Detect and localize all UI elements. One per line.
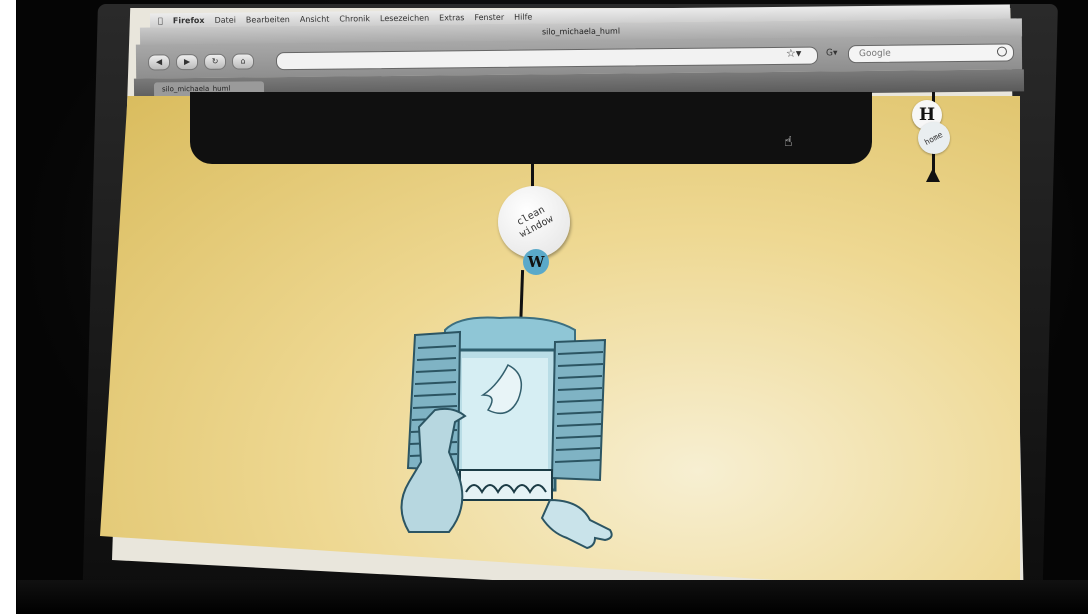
menu-hilfe[interactable]: Hilfe [514,12,532,21]
search-icon[interactable] [996,46,1008,57]
menu-lesezeichen[interactable]: Lesezeichen [380,13,429,23]
menu-datei[interactable]: Datei [215,15,236,24]
window-illustration[interactable] [400,310,630,560]
top-black-panel [190,92,872,164]
menu-chronik[interactable]: Chronik [339,14,370,23]
home-button[interactable]: ⌂ [231,53,255,70]
hand-cursor-icon: ☝ [784,134,793,150]
left-margin [0,0,17,614]
home-tag[interactable]: home [918,122,950,154]
search-engine-icon[interactable]: G▾ [826,45,848,61]
bookmark-star-icon[interactable]: ☆▾ [786,47,802,60]
right-shutter [550,338,607,482]
back-button[interactable]: ◀ [147,54,171,71]
menu-bearbeiten[interactable]: Bearbeiten [246,15,290,24]
menu-ansicht[interactable]: Ansicht [300,14,330,23]
search-input[interactable]: Google [847,43,1015,64]
forward-button[interactable]: ▶ [175,53,199,71]
menu-fenster[interactable]: Fenster [474,12,504,21]
address-bar[interactable] [275,46,819,71]
w-tag[interactable]: W [523,249,549,275]
laptop-base [17,580,1088,614]
search-placeholder: Google [858,48,891,60]
menu-extras[interactable]: Extras [439,13,464,22]
apple-icon[interactable]:  [158,16,163,25]
window-title: silo_michaela_huml [541,26,621,37]
rubber-glove [540,498,613,550]
balcony-railing [459,469,553,501]
menu-firefox[interactable]: Firefox [173,15,205,24]
reload-button[interactable]: ↻ [203,53,227,70]
clean-window-tag[interactable]: clean window [498,186,570,258]
home-label: home [923,129,945,147]
clean-window-label: clean window [515,204,556,241]
